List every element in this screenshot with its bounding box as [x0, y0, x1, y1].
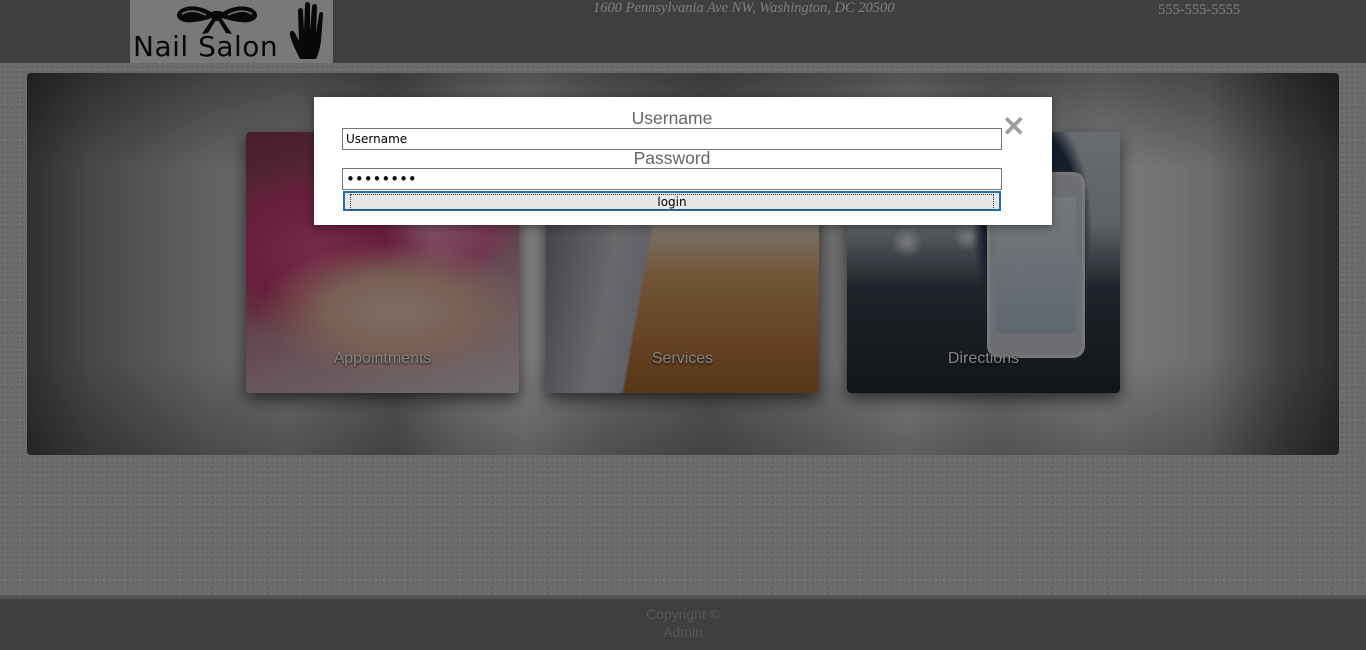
password-input[interactable]: [342, 168, 1002, 190]
login-modal: ✕ Username Password login: [314, 97, 1052, 225]
password-label: Password: [633, 148, 711, 168]
close-icon[interactable]: ✕: [1002, 113, 1025, 141]
username-input[interactable]: [342, 128, 1002, 150]
login-button[interactable]: login: [343, 191, 1001, 211]
username-label: Username: [631, 108, 713, 128]
login-button-label: login: [350, 194, 994, 210]
